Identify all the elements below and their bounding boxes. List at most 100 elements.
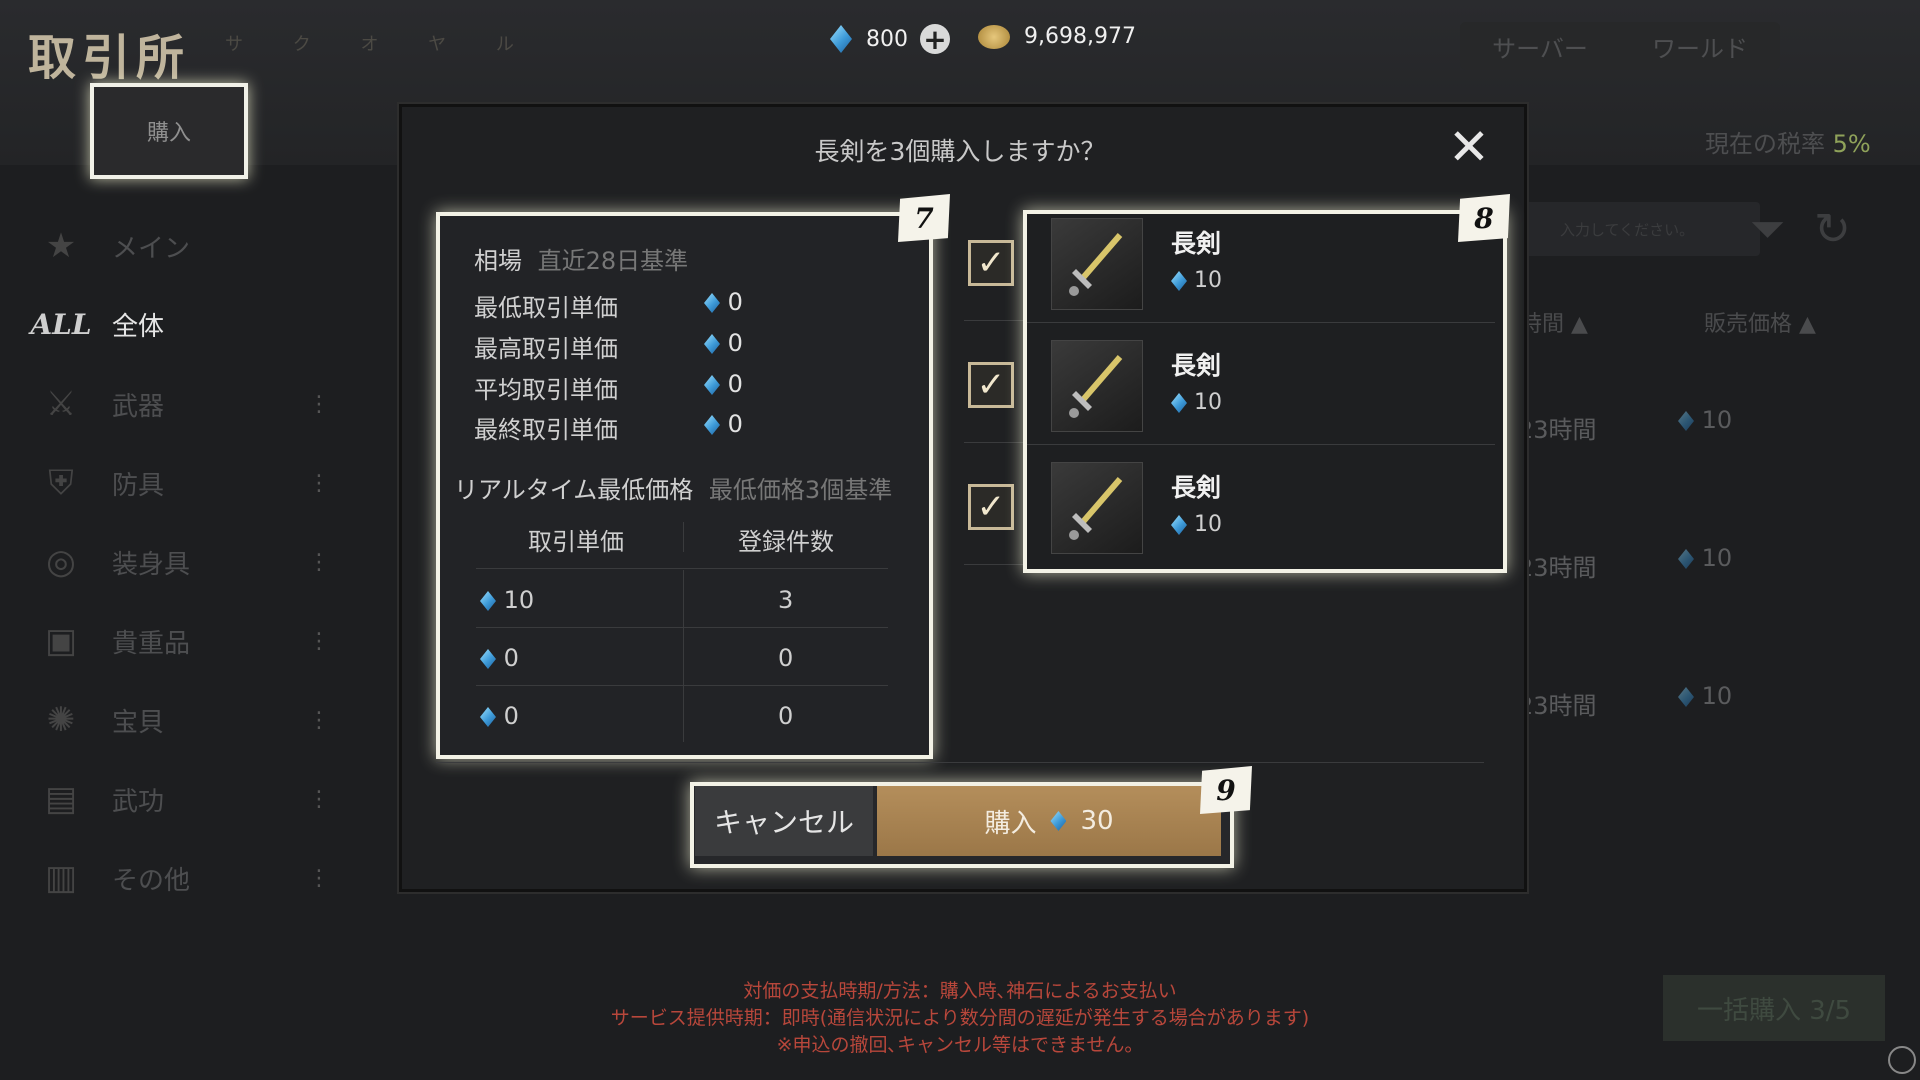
table-divider <box>683 570 684 742</box>
tab-world[interactable]: ワールド <box>1620 29 1780 64</box>
list-item[interactable]: 長剣 10 <box>1027 336 1495 454</box>
refresh-icon[interactable]: ↻ <box>1814 204 1851 255</box>
stat-label: 最高取引単価 <box>474 335 618 363</box>
other-icon: ▥ <box>44 858 78 898</box>
sidebar-item-label: 防具 <box>112 470 165 501</box>
more-icon[interactable]: ⋮ <box>308 708 330 733</box>
sidebar-item-label: 武器 <box>112 391 165 422</box>
sidebar-item-main[interactable]: ★ メイン <box>38 216 338 276</box>
column-time[interactable]: 時間 ▲ <box>1520 306 1588 338</box>
item-price: 10 <box>1171 512 1222 537</box>
notice-line: 対価の支払時期/方法：購入時､神石によるお支払い <box>743 980 1177 1002</box>
stat-value-text: 0 <box>727 370 743 398</box>
gold-coin-icon <box>978 24 1010 49</box>
star-icon: ★ <box>45 226 77 266</box>
row-divider <box>964 442 1024 443</box>
more-icon[interactable]: ⋮ <box>308 866 330 891</box>
stat-label: 最終取引単価 <box>474 416 618 444</box>
bg-row-time: 23時間 <box>1518 554 1597 582</box>
stat-value: 0 <box>704 370 743 398</box>
sidebar-item-other[interactable]: ▥ その他 ⋮ <box>38 848 338 908</box>
gem-icon <box>1050 811 1067 831</box>
sidebar-item-treasure[interactable]: ✺ 宝貝 ⋮ <box>38 690 338 750</box>
item-checkbox[interactable]: ✓ <box>968 240 1014 286</box>
table-row-price: 10 <box>480 586 534 614</box>
column-price-label: 販売価格 <box>1704 312 1793 337</box>
sidebar-item-label: その他 <box>112 865 191 896</box>
gem-icon <box>704 375 720 395</box>
tutorial-badge-7: 7 <box>898 194 950 242</box>
table-cell-price: 10 <box>503 586 535 614</box>
gem-amount: 800 <box>866 26 908 52</box>
sidebar-item-weapons[interactable]: ⚔ 武器 ⋮ <box>38 374 338 434</box>
sidebar-item-label: 宝貝 <box>112 707 165 738</box>
more-icon[interactable]: ⋮ <box>308 471 330 496</box>
valuables-icon: ▣ <box>44 621 78 661</box>
column-price[interactable]: 販売価格 ▲ <box>1704 306 1816 338</box>
gem-icon <box>1171 515 1187 535</box>
more-icon[interactable]: ⋮ <box>308 550 330 575</box>
sidebar-item-accessory[interactable]: ◎ 装身具 ⋮ <box>38 532 338 592</box>
more-icon[interactable]: ⋮ <box>308 629 330 654</box>
market-heading-label: 相場 <box>474 247 522 275</box>
item-name: 長剣 <box>1171 351 1222 380</box>
add-gem-icon[interactable]: + <box>920 23 950 56</box>
gold-currency: 9,698,977 <box>978 24 1136 49</box>
buy-button[interactable]: 購入 30 <box>877 786 1221 856</box>
sidebar-item-all[interactable]: ALL 全体 <box>30 294 338 354</box>
list-item[interactable]: 長剣 10 <box>1027 214 1495 332</box>
table-cell-price: 0 <box>503 702 519 730</box>
list-item[interactable]: 長剣 10 <box>1027 458 1495 576</box>
item-name: 長剣 <box>1171 229 1222 258</box>
realtime-heading-label: リアルタイム最低価格 <box>454 476 694 504</box>
bg-row-price-value: 10 <box>1701 544 1733 572</box>
item-checkbox[interactable]: ✓ <box>968 362 1014 408</box>
tab-server[interactable]: サーバー <box>1460 29 1620 64</box>
stat-value-text: 0 <box>727 410 743 438</box>
checkmark-icon: ✓ <box>976 243 1006 283</box>
search-input[interactable]: 入力してください。 <box>1520 202 1760 256</box>
accessory-icon: ◎ <box>46 542 76 582</box>
table-divider <box>476 568 888 569</box>
notice-line: ※申込の撤回､キャンセル等はできません。 <box>776 1034 1144 1056</box>
bg-row-price-value: 10 <box>1701 682 1733 710</box>
table-divider <box>476 685 888 686</box>
dialog-title: 長剣を3個購入しますか？ <box>814 137 1106 166</box>
gem-icon <box>830 25 852 53</box>
all-icon: ALL <box>30 307 92 341</box>
armor-icon: ⛨ <box>48 463 74 503</box>
item-checkbox[interactable]: ✓ <box>968 484 1014 530</box>
sidebar-item-valuables[interactable]: ▣ 貴重品 ⋮ <box>38 611 338 671</box>
item-price-value: 10 <box>1194 268 1222 293</box>
bg-row-price: 10 <box>1678 682 1732 710</box>
sidebar-item-label: 武功 <box>112 786 165 817</box>
more-icon[interactable]: ⋮ <box>308 392 330 417</box>
bg-row-price-value: 10 <box>1701 406 1733 434</box>
filter-icon[interactable]: ⏷ <box>1750 204 1785 255</box>
gem-icon <box>1171 393 1187 413</box>
cancel-button[interactable]: キャンセル <box>695 786 873 856</box>
sidebar-item-armor[interactable]: ⛨ 防具 ⋮ <box>38 453 338 513</box>
scope-tabs: サーバー ワールド <box>1460 22 1780 70</box>
gem-icon <box>1678 411 1694 431</box>
tutorial-badge-9: 9 <box>1200 766 1252 814</box>
gem-icon <box>1678 549 1694 569</box>
sidebar-item-martial-arts[interactable]: ▤ 武功 ⋮ <box>38 769 338 829</box>
bg-row-time: 23時間 <box>1518 416 1597 444</box>
table-header-price: 取引単価 <box>528 528 624 556</box>
table-row-price: 0 <box>480 702 519 730</box>
bg-row-price: 10 <box>1678 544 1732 572</box>
table-divider <box>683 522 684 552</box>
gem-icon <box>704 293 720 313</box>
more-icon[interactable]: ⋮ <box>308 787 330 812</box>
stat-value: 0 <box>704 288 743 316</box>
sidebar-item-label: メイン <box>112 233 191 264</box>
row-divider <box>1027 322 1495 323</box>
stat-label: 最低取引単価 <box>474 294 618 322</box>
page-title: 取引所 <box>28 30 191 86</box>
item-price-value: 10 <box>1194 512 1222 537</box>
buy-button-label: 購入 <box>984 808 1037 839</box>
close-icon[interactable]: ✕ <box>1448 118 1490 176</box>
title-subglyph: サ ク オ ヤ ル <box>225 34 536 55</box>
gem-icon <box>1678 687 1694 707</box>
